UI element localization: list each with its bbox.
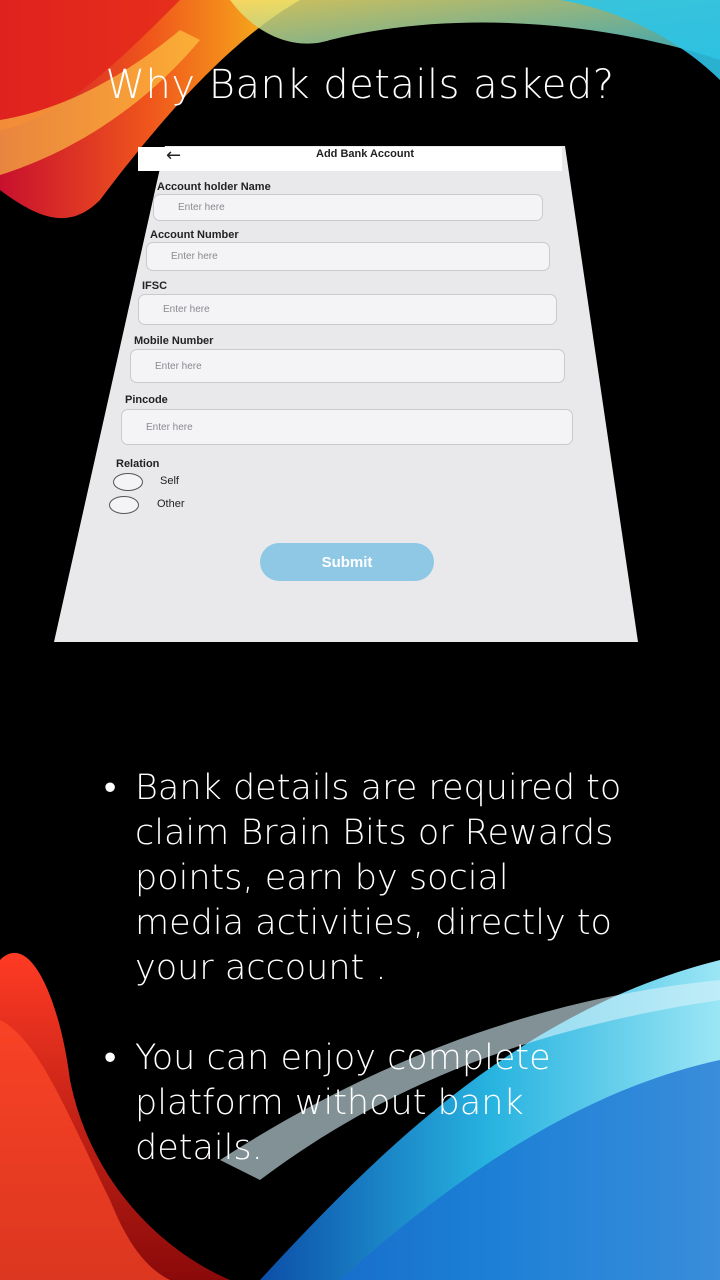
account-number-label: Account Number xyxy=(150,229,239,241)
account-number-placeholder: Enter here xyxy=(171,251,218,262)
ifsc-input[interactable]: Enter here xyxy=(138,294,557,325)
relation-self-label: Self xyxy=(160,475,179,487)
bullet-text: Bank details are required to claim Brain… xyxy=(135,768,622,988)
slide-title: Why Bank details asked? xyxy=(105,62,615,108)
bullet-glyph: • xyxy=(104,768,117,808)
mobile-number-input[interactable]: Enter here xyxy=(130,349,565,383)
bullet-item: • Bank details are required to claim Bra… xyxy=(104,766,624,991)
bullet-text: You can enjoy complete platform without … xyxy=(135,1038,551,1168)
mobile-number-placeholder: Enter here xyxy=(155,360,202,372)
relation-other-radio[interactable] xyxy=(109,496,139,514)
account-number-input[interactable]: Enter here xyxy=(146,242,550,271)
back-arrow-icon[interactable]: ← xyxy=(166,146,181,166)
bullet-list: • Bank details are required to claim Bra… xyxy=(104,766,624,1216)
ifsc-placeholder: Enter here xyxy=(163,304,210,315)
bullet-glyph: • xyxy=(104,1038,117,1078)
bullet-item: • You can enjoy complete platform withou… xyxy=(104,1036,624,1171)
account-holder-name-input[interactable]: Enter here xyxy=(153,194,543,221)
ifsc-label: IFSC xyxy=(142,280,168,292)
account-holder-name-label: Account holder Name xyxy=(157,181,271,193)
pincode-placeholder: Enter here xyxy=(146,421,193,433)
relation-self-radio[interactable] xyxy=(113,473,143,491)
pincode-label: Pincode xyxy=(125,394,168,406)
mobile-number-label: Mobile Number xyxy=(134,335,214,347)
pincode-input[interactable]: Enter here xyxy=(121,409,573,445)
relation-label: Relation xyxy=(116,458,160,470)
relation-other-label: Other xyxy=(157,498,185,510)
submit-button[interactable]: Submit xyxy=(260,543,434,581)
app-screen-title: Add Bank Account xyxy=(316,148,414,160)
account-holder-name-placeholder: Enter here xyxy=(178,202,225,213)
